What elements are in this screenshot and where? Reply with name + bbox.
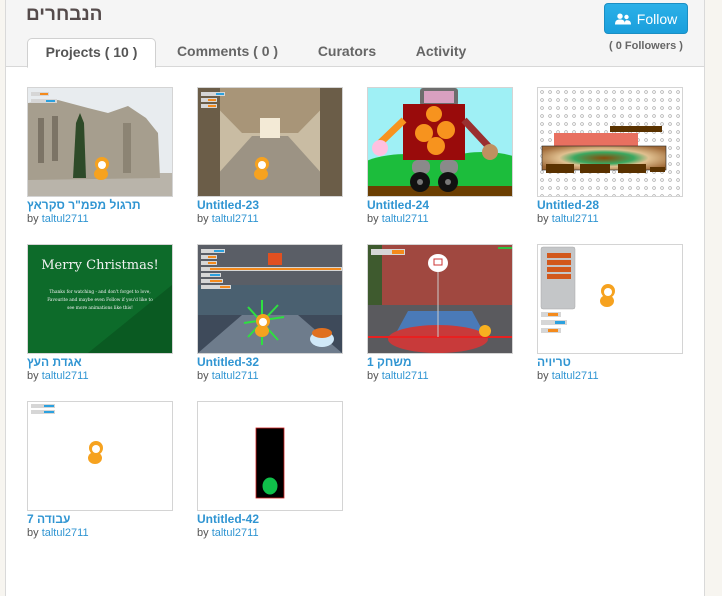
project-card: Merry Christmas! Thanks for watching - a… — [27, 244, 173, 394]
project-title-link[interactable]: טריויה — [537, 355, 683, 369]
project-thumbnail[interactable] — [367, 87, 513, 197]
project-byline: by taltul2711 — [27, 370, 89, 382]
follow-label: Follow — [636, 10, 678, 27]
followers-count: ( 0 Followers ) — [609, 40, 683, 52]
project-title-link[interactable]: תרגול מפמ"ר סקראץ — [27, 198, 173, 212]
project-title-link[interactable]: Untitled-42 — [197, 512, 343, 526]
project-byline: by taltul2711 — [197, 527, 259, 539]
project-title-link[interactable]: Untitled-32 — [197, 355, 343, 369]
project-title-link[interactable]: Untitled-23 — [197, 198, 343, 212]
project-card: Untitled-24 by taltul2711 — [367, 87, 513, 237]
project-byline: by taltul2711 — [367, 370, 429, 382]
project-title-link[interactable]: אגדת העץ — [27, 355, 173, 369]
project-byline: by taltul2711 — [367, 213, 429, 225]
project-card: עבודה 7 by taltul2711 — [27, 401, 173, 551]
project-thumbnail[interactable]: Merry Christmas! Thanks for watching - a… — [27, 244, 173, 354]
christmas-card-heading: Merry Christmas! — [41, 258, 158, 273]
project-thumbnail[interactable] — [537, 244, 683, 354]
robot-thumbnail-image — [368, 88, 512, 196]
project-byline: by taltul2711 — [27, 213, 89, 225]
project-title-link[interactable]: Untitled-28 — [537, 198, 683, 212]
project-title-link[interactable]: עבודה 7 — [27, 512, 173, 526]
tank-thumbnail-image — [538, 88, 682, 196]
project-card: Untitled-42 by taltul2711 — [197, 401, 343, 551]
author-link[interactable]: taltul2711 — [42, 370, 89, 382]
project-card: טריויה by taltul2711 — [537, 244, 683, 394]
project-thumbnail[interactable] — [537, 87, 683, 197]
project-thumbnail[interactable] — [197, 87, 343, 197]
studio-tabs: Projects ( 10 ) Comments ( 0 ) Curators … — [27, 38, 486, 68]
project-card: Untitled-23 by taltul2711 — [197, 87, 343, 237]
studio-header: הנבחרים Projects ( 10 ) Comments ( 0 ) C… — [6, 0, 704, 68]
project-thumbnail[interactable] — [197, 401, 343, 511]
follow-button[interactable]: Follow — [604, 3, 688, 34]
project-byline: by taltul2711 — [537, 370, 599, 382]
project-card: Untitled-32 by taltul2711 — [197, 244, 343, 394]
project-title-link[interactable]: משחק 1 — [367, 355, 513, 369]
tab-comments[interactable]: Comments ( 0 ) — [157, 38, 298, 68]
trivia-thumbnail-image — [538, 245, 682, 353]
project-byline: by taltul2711 — [27, 527, 89, 539]
basketball-thumbnail-image — [368, 245, 512, 353]
palace-thumbnail-image — [28, 88, 172, 196]
cat-thumbnail-image — [28, 402, 172, 510]
author-link[interactable]: taltul2711 — [382, 213, 429, 225]
arcade-thumbnail-image — [198, 88, 342, 196]
traffic-light-thumbnail-image — [198, 402, 342, 510]
project-byline: by taltul2711 — [197, 213, 259, 225]
project-card: Untitled-28 by taltul2711 — [537, 87, 683, 237]
author-link[interactable]: taltul2711 — [212, 527, 259, 539]
author-link[interactable]: taltul2711 — [42, 527, 89, 539]
project-byline: by taltul2711 — [197, 370, 259, 382]
author-link[interactable]: taltul2711 — [382, 370, 429, 382]
svg-text:Favourite and maybe even Follo: Favourite and maybe even Follow if you'd… — [47, 298, 153, 303]
author-link[interactable]: taltul2711 — [552, 213, 599, 225]
tab-curators[interactable]: Curators — [298, 38, 396, 68]
svg-text:Thanks for watching - and don': Thanks for watching - and don't forget t… — [49, 290, 150, 295]
project-card: תרגול מפמ"ר סקראץ by taltul2711 — [27, 87, 173, 237]
christmas-card-thumbnail-image: Merry Christmas! Thanks for watching - a… — [28, 245, 172, 353]
tab-activity[interactable]: Activity — [396, 38, 486, 68]
store-thumbnail-image — [198, 245, 342, 353]
users-icon — [614, 13, 631, 24]
project-thumbnail[interactable] — [197, 244, 343, 354]
project-thumbnail[interactable] — [27, 87, 173, 197]
author-link[interactable]: taltul2711 — [212, 370, 259, 382]
svg-text:see more animations like this!: see more animations like this! — [67, 306, 133, 311]
tab-projects[interactable]: Projects ( 10 ) — [27, 38, 156, 68]
project-title-link[interactable]: Untitled-24 — [367, 198, 513, 212]
studio-title: הנבחרים — [26, 4, 103, 25]
project-card: משחק 1 by taltul2711 — [367, 244, 513, 394]
project-thumbnail[interactable] — [27, 401, 173, 511]
author-link[interactable]: taltul2711 — [552, 370, 599, 382]
project-byline: by taltul2711 — [537, 213, 599, 225]
project-thumbnail[interactable] — [367, 244, 513, 354]
author-link[interactable]: taltul2711 — [42, 213, 89, 225]
author-link[interactable]: taltul2711 — [212, 213, 259, 225]
studio-panel: הנבחרים Projects ( 10 ) Comments ( 0 ) C… — [5, 0, 705, 596]
